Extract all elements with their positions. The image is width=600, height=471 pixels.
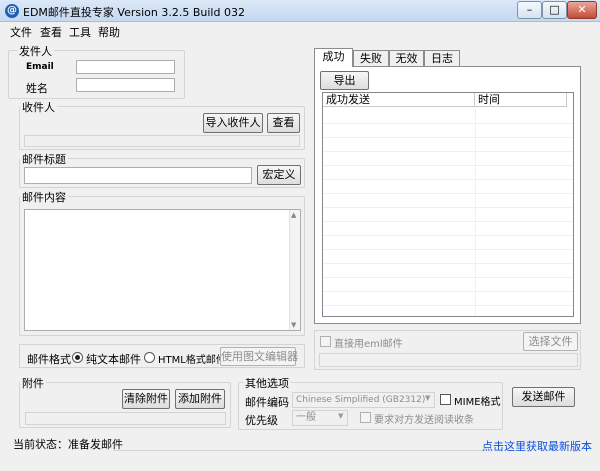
grid-line [323,277,573,278]
grid-line [323,305,573,306]
title-bar: @ EDM邮件直投专家 Version 3.2.5 Build 032 – □ … [0,0,600,22]
options-legend: 其他选项 [243,375,291,391]
grid-line [323,291,573,292]
attachments-group: 附件 清除附件 添加附件 [19,375,231,428]
grid-line [323,221,573,222]
mime-checkbox[interactable] [440,394,451,405]
menu-tools[interactable]: 工具 [69,24,91,40]
grid-line [323,165,573,166]
attachments-list [25,412,226,425]
subject-group: 邮件标题 宏定义 [19,151,305,188]
menu-bar: 文件 查看 工具 帮助 [0,22,600,39]
subject-legend: 邮件标题 [20,151,68,167]
column-divider [475,108,476,316]
sender-legend: 发件人 [17,43,54,59]
content-textarea[interactable] [24,209,301,331]
content-legend: 邮件内容 [20,189,68,205]
recipients-progress [24,135,300,147]
grid-line [323,263,573,264]
recipient-group: 收件人 导入收件人 查看 [19,99,305,150]
tab-failed[interactable]: 失败 [353,50,389,66]
minimize-button[interactable]: – [517,1,542,19]
macro-button[interactable]: 宏定义 [257,165,301,185]
sender-group: 发件人 Email 姓名 [8,43,185,99]
grid-line [323,179,573,180]
chevron-down-icon[interactable]: ▼ [425,394,430,402]
options-group: 其他选项 邮件编码 Chinese Simplified (GB2312) ▼ … [238,375,503,430]
attachments-legend: 附件 [20,375,46,391]
grid-line [323,249,573,250]
grid-line [323,151,573,152]
grid-line [323,207,573,208]
menu-help[interactable]: 帮助 [98,24,120,40]
plain-text-label[interactable]: 纯文本邮件 [86,351,141,367]
eml-group: 直接用eml邮件 选择文件 [314,330,581,370]
view-recipients-button[interactable]: 查看 [267,113,300,133]
content-group: 邮件内容 ▲ ▼ [19,189,305,336]
menu-view[interactable]: 查看 [40,24,62,40]
grid-line [323,235,573,236]
grid-line [323,193,573,194]
maximize-button[interactable]: □ [542,1,567,19]
import-recipients-button[interactable]: 导入收件人 [203,113,263,133]
html-label[interactable]: HTML格式邮件 [158,351,226,366]
tab-success[interactable]: 成功 [314,48,353,67]
app-icon: @ [5,4,19,18]
radio-selected-dot [75,355,80,360]
recipient-legend: 收件人 [20,99,57,115]
eml-label: 直接用eml邮件 [334,339,403,350]
scroll-down-icon[interactable]: ▼ [291,321,296,329]
status-bar: 当前状态：准备发邮件 点击这里获取最新版本 [0,434,600,471]
encoding-value: Chinese Simplified (GB2312) [296,395,426,405]
tab-log[interactable]: 日志 [424,50,460,66]
receipt-checkbox[interactable] [360,412,371,423]
success-list[interactable]: 成功发送 时间 [322,92,574,317]
column-header-sent[interactable]: 成功发送 [323,93,475,107]
eml-checkbox[interactable] [320,336,331,347]
status-text: 当前状态：准备发邮件 [13,438,123,451]
window-title: EDM邮件直投专家 Version 3.2.5 Build 032 [23,6,245,19]
name-input[interactable] [76,78,175,92]
chevron-down-icon[interactable]: ▼ [338,412,343,420]
email-label: Email [26,62,54,72]
add-attachment-button[interactable]: 添加附件 [175,389,225,409]
send-mail-button[interactable]: 发送邮件 [512,387,575,407]
receipt-label: 要求对方发送阅读收条 [374,415,474,426]
priority-label: 优先级 [245,414,278,427]
column-header-time[interactable]: 时间 [475,93,567,107]
image-editor-button[interactable]: 使用图文编辑器 [220,347,298,366]
encoding-label: 邮件编码 [245,396,289,409]
format-label: 邮件格式 [27,353,71,366]
subject-input[interactable] [24,167,252,184]
email-input[interactable] [76,60,175,74]
grid-line [323,137,573,138]
content-scrollbar[interactable]: ▲ ▼ [289,210,300,330]
format-row: 邮件格式 纯文本邮件 HTML格式邮件 使用图文编辑器 [19,344,305,368]
eml-path-field [319,353,578,367]
priority-value: 一般 [296,412,316,423]
mime-label: MIME格式 [454,397,501,408]
status-divider [113,450,483,451]
update-link[interactable]: 点击这里获取最新版本 [482,438,592,454]
plain-text-radio[interactable] [72,352,83,363]
menu-file[interactable]: 文件 [10,24,32,40]
close-button[interactable]: ✕ [567,1,597,19]
encoding-select[interactable]: Chinese Simplified (GB2312) [292,392,435,408]
clear-attachments-button[interactable]: 清除附件 [122,389,170,409]
export-button[interactable]: 导出 [320,71,369,90]
select-file-button[interactable]: 选择文件 [523,332,578,351]
html-radio[interactable] [144,352,155,363]
scroll-up-icon[interactable]: ▲ [291,211,296,219]
name-label: 姓名 [26,82,48,95]
grid-line [323,123,573,124]
tab-invalid[interactable]: 无效 [389,50,424,66]
